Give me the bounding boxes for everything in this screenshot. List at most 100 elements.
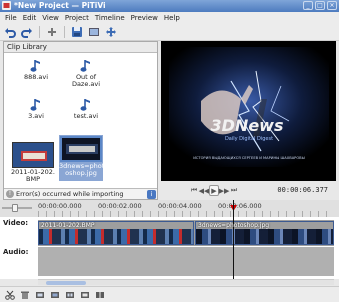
clip-name: 888.avi: [23, 73, 49, 81]
link-button[interactable]: [34, 289, 45, 300]
save-button[interactable]: [70, 25, 84, 39]
import-clips-button[interactable]: [45, 25, 59, 39]
scissors-icon: [4, 290, 15, 300]
timeline-clip-name: 2011-01-202.BMP: [41, 222, 95, 229]
move-button[interactable]: [104, 25, 118, 39]
preview-viewer: 3DNews Daily Digital Digest ИСТОРИЯ ВЫДА…: [161, 41, 336, 181]
menu-preview[interactable]: Preview: [131, 14, 158, 22]
audio-track-label: Audio:: [3, 248, 29, 256]
back-button[interactable]: ◀◀: [199, 185, 210, 196]
save-icon: [72, 26, 82, 37]
menu-project[interactable]: Project: [65, 14, 89, 22]
unlink-icon: [50, 291, 59, 298]
align-icon: [95, 291, 104, 298]
app-icon: [2, 1, 11, 10]
menu-timeline[interactable]: Timeline: [95, 14, 125, 22]
ruler-tick-label: 00:00:02.000: [98, 202, 142, 210]
align-button[interactable]: [94, 289, 105, 300]
forward-button[interactable]: ▶▶: [219, 185, 230, 196]
clip-thumbnail: [60, 136, 102, 162]
clip-name: Out of Daze.avi: [71, 73, 101, 88]
close-button[interactable]: ×: [327, 1, 337, 10]
playhead[interactable]: [233, 200, 234, 279]
clip-name: 3dnews=phot oshop.jpg: [59, 162, 105, 177]
timeline-tracks: Video: Audio: 2011-01-202.BMP 3dnews=pho…: [0, 217, 339, 279]
thumbnail-image: [62, 138, 100, 160]
split-button[interactable]: [4, 289, 15, 300]
zoom-slider-handle[interactable]: [12, 204, 18, 212]
delete-button[interactable]: [19, 289, 30, 300]
render-icon: [89, 27, 99, 36]
preview-image: 3DNews Daily Digital Digest ИСТОРИЯ ВЫДА…: [169, 47, 329, 167]
info-icon[interactable]: i: [147, 190, 156, 199]
video-track-label: Video:: [3, 219, 29, 227]
scrollbar-thumb[interactable]: [46, 281, 86, 285]
ungroup-icon: [80, 291, 89, 298]
clip-name: test.avi: [73, 112, 99, 120]
group-icon: [65, 291, 74, 298]
music-note-icon: [30, 60, 40, 72]
ruler-tick-label: 00:00:00.000: [38, 202, 82, 210]
link-icon: [35, 291, 44, 298]
ruler-tick-label: 00:00:06.000: [218, 202, 262, 210]
music-note-icon: [80, 99, 90, 111]
library-clip[interactable]: 3.avi: [11, 98, 61, 120]
redo-button[interactable]: [20, 25, 34, 39]
group-button[interactable]: [64, 289, 75, 300]
end-button[interactable]: ⏭: [229, 185, 239, 196]
timeline-clip[interactable]: 2011-01-202.BMP: [38, 221, 194, 245]
error-icon: !: [6, 190, 14, 198]
toolbar-separator: [64, 25, 65, 38]
menu-view[interactable]: View: [42, 14, 59, 22]
minimize-button[interactable]: _: [303, 1, 313, 10]
move-icon: [106, 26, 116, 37]
music-note-icon: [30, 99, 40, 111]
library-clip[interactable]: test.avi: [61, 98, 111, 120]
error-bar[interactable]: ! Error(s) occurred while importing i: [4, 188, 157, 199]
viewer-footer-text: ИСТОРИЯ ВЫДАЮЩИХСЯ СЕРГЕЕВ И МАРИНЫ ШАХВ…: [193, 156, 305, 160]
menu-bar: File Edit View Project Timeline Preview …: [0, 12, 339, 23]
logo-subtitle: Daily Digital Digest: [225, 136, 273, 142]
music-note-icon: [80, 60, 90, 72]
undo-icon: [5, 27, 16, 38]
timeline-scrollbar[interactable]: [38, 279, 334, 285]
ungroup-button[interactable]: [79, 289, 90, 300]
unlink-button[interactable]: [49, 289, 60, 300]
library-clip-selected[interactable]: 3dnews=phot oshop.jpg: [59, 135, 105, 181]
trash-icon: [20, 291, 29, 299]
toolbar: [0, 23, 339, 41]
transport-controls: ⏮ ◀◀ ▶ ▶▶ ⏭ 00:00:06.377: [161, 183, 336, 198]
title-bar: *New Project — PiTiVi _ □ ×: [0, 0, 339, 12]
clip-thumbnail: [12, 142, 54, 168]
ruler-tick-label: 00:00:04.000: [158, 202, 202, 210]
play-button[interactable]: ▶: [209, 185, 219, 196]
timeline-ruler[interactable]: 00:00:00.000 00:00:02.000 00:00:04.000 0…: [0, 200, 339, 217]
library-clip[interactable]: Out of Daze.avi: [61, 59, 111, 88]
redo-icon: [21, 27, 32, 38]
menu-edit[interactable]: Edit: [23, 14, 37, 22]
clip-name: 3.avi: [28, 112, 44, 120]
video-track[interactable]: 2011-01-202.BMP 3dnews=photoshop.jpg: [38, 220, 334, 246]
undo-button[interactable]: [3, 25, 17, 39]
timeline-clip[interactable]: 3dnews=photoshop.jpg: [195, 221, 334, 245]
library-clip[interactable]: 2011-01-202. BMP: [8, 142, 58, 183]
timeline-toolbar: [0, 286, 339, 302]
error-message: Error(s) occurred while importing: [16, 190, 124, 198]
clip-library-panel: Clip Library 888.avi Out of Daze.avi 3.a…: [3, 41, 158, 200]
logo-text: 3DNews: [211, 116, 284, 135]
rewind-button[interactable]: ⏮: [189, 185, 199, 196]
render-button[interactable]: [87, 25, 101, 39]
toolbar-separator: [39, 25, 40, 38]
menu-help[interactable]: Help: [164, 14, 180, 22]
window-title: *New Project — PiTiVi: [14, 1, 106, 10]
clip-name: 2011-01-202. BMP: [11, 168, 55, 183]
maximize-button[interactable]: □: [315, 1, 325, 10]
timeline-clip-name: 3dnews=photoshop.jpg: [198, 222, 270, 229]
zoom-slider[interactable]: [2, 204, 32, 212]
thumbnail-image: [13, 143, 53, 167]
audio-track[interactable]: [38, 247, 334, 276]
library-clip[interactable]: 888.avi: [11, 59, 61, 81]
menu-file[interactable]: File: [5, 14, 17, 22]
timecode-display: 00:00:06.377: [277, 186, 328, 194]
clip-library-header: Clip Library: [4, 42, 157, 53]
